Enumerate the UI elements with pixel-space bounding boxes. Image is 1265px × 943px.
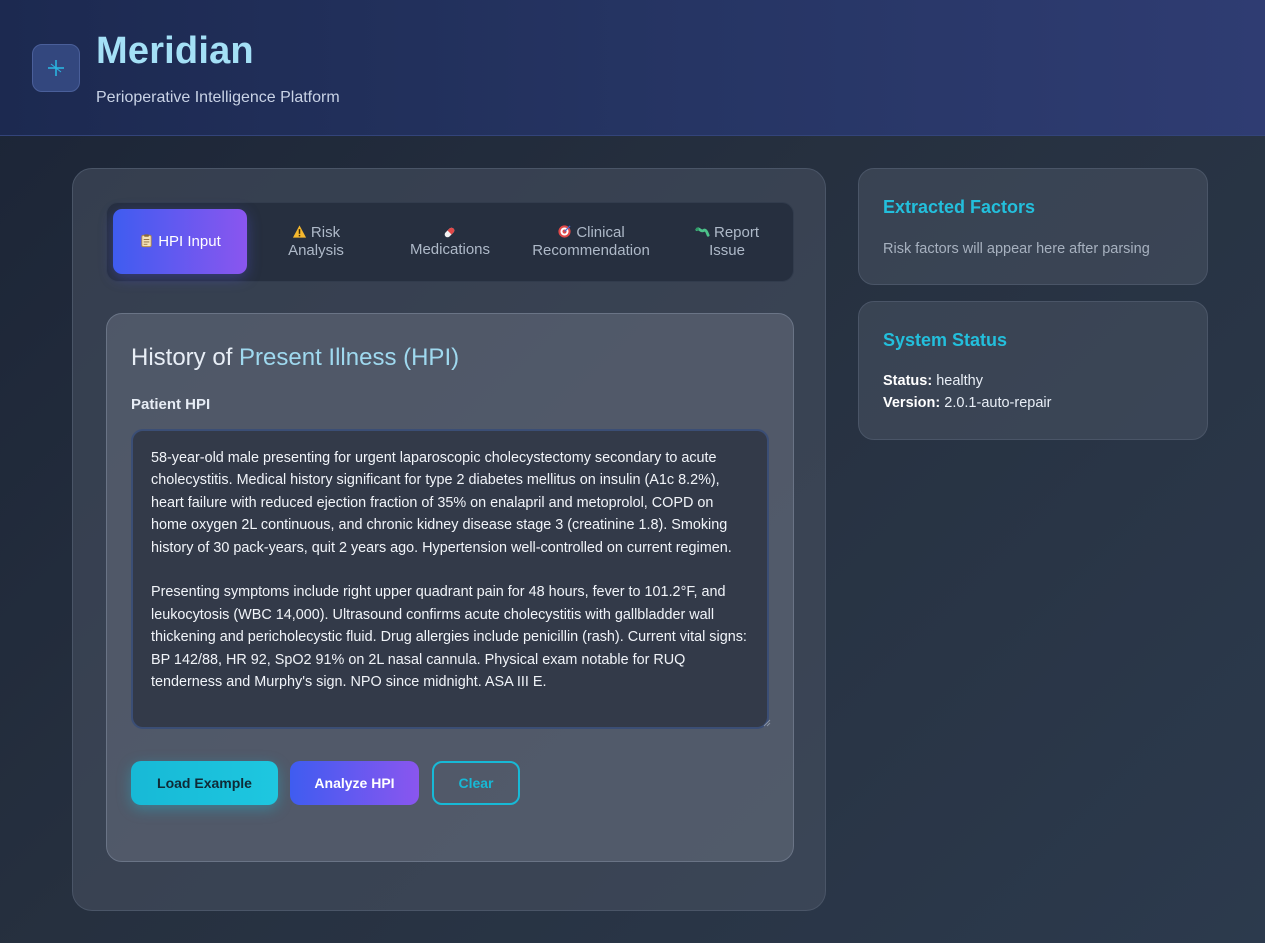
logo xyxy=(32,44,80,92)
pill-icon xyxy=(445,227,455,237)
main-card: HPI Input Risk Analysis Medications Clin… xyxy=(72,168,826,911)
status-value: healthy xyxy=(936,373,983,389)
tab-text: Medications xyxy=(409,240,491,258)
tab-clinical-recommendation[interactable]: Clinical Recommendation xyxy=(517,209,665,274)
extracted-factors-card: Extracted Factors Risk factors will appe… xyxy=(858,168,1208,285)
system-status-card: System Status Status: healthy Version: 2… xyxy=(858,301,1208,440)
hpi-title-prefix: History of xyxy=(131,344,240,371)
system-status-title: System Status xyxy=(883,330,1008,350)
version-label: Version: xyxy=(883,395,941,411)
tab-label: Clinical Recommendation xyxy=(532,224,650,260)
sparkle-icon xyxy=(48,60,64,76)
tab-bar: HPI Input Risk Analysis Medications Clin… xyxy=(106,202,794,282)
patient-hpi-label: Patient HPI xyxy=(131,396,211,413)
tab-text: Report Issue xyxy=(709,223,760,259)
tab-label: Risk Analysis xyxy=(288,224,344,260)
tab-label: HPI Input xyxy=(158,232,221,250)
hpi-title: History of Present Illness (HPI) xyxy=(131,344,459,372)
tab-report-issue[interactable]: Report Issue xyxy=(665,209,789,274)
clear-button[interactable]: Clear xyxy=(432,761,520,805)
app-header: Meridian Perioperative Intelligence Plat… xyxy=(0,0,1265,136)
status-line: Status: healthy xyxy=(883,373,983,389)
version-value: 2.0.1-auto-repair xyxy=(944,395,1052,411)
extracted-factors-placeholder: Risk factors will appear here after pars… xyxy=(883,241,1150,257)
tab-label: Report Issue xyxy=(695,224,759,260)
status-label: Status: xyxy=(883,373,933,389)
clipboard-icon xyxy=(141,233,152,247)
resize-grip-icon[interactable] xyxy=(763,719,771,727)
tab-risk-analysis[interactable]: Risk Analysis xyxy=(249,209,383,274)
app-subtitle: Perioperative Intelligence Platform xyxy=(96,89,340,106)
hpi-title-accent: Present Illness (HPI) xyxy=(239,344,460,371)
target-icon xyxy=(558,224,571,238)
hpi-textarea[interactable]: 58-year-old male presenting for urgent l… xyxy=(131,429,769,729)
hpi-panel: History of Present Illness (HPI) Patient… xyxy=(106,313,794,862)
tab-hpi-input[interactable]: HPI Input xyxy=(113,209,247,274)
tab-label: Medications xyxy=(410,225,490,259)
tab-text: Clinical Recommendation xyxy=(532,223,650,259)
version-line: Version: 2.0.1-auto-repair xyxy=(883,395,1051,411)
load-example-button[interactable]: Load Example xyxy=(131,761,278,805)
warning-icon xyxy=(292,224,306,238)
bug-icon xyxy=(695,226,710,237)
tab-medications[interactable]: Medications xyxy=(383,209,517,274)
extracted-factors-title: Extracted Factors xyxy=(883,197,1036,217)
app-title: Meridian xyxy=(96,30,254,72)
analyze-hpi-button[interactable]: Analyze HPI xyxy=(290,761,419,805)
